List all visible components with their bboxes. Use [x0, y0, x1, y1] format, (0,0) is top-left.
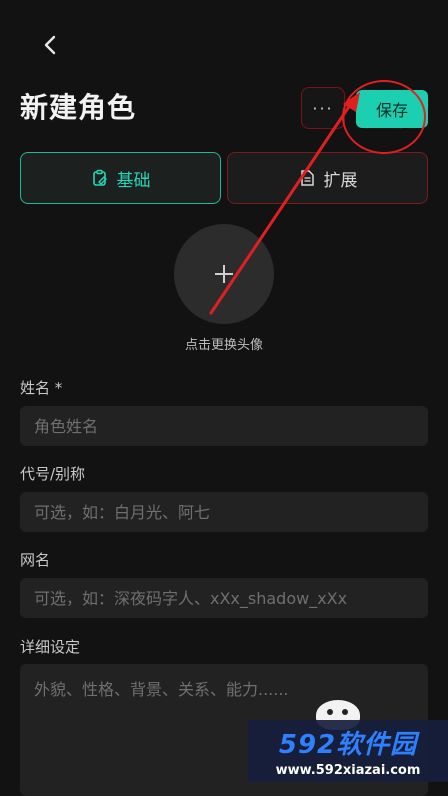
name-input[interactable] — [20, 406, 428, 446]
page-title: 新建角色 — [20, 91, 137, 124]
alias-label: 代号/别称 — [20, 465, 86, 483]
clipboard-edit-icon — [91, 169, 109, 187]
chevron-left-icon — [44, 35, 56, 55]
plus-icon — [215, 265, 233, 283]
avatar-upload-button[interactable] — [174, 224, 274, 324]
tab-extended-label: 扩展 — [323, 170, 358, 191]
alias-input[interactable] — [20, 492, 428, 532]
annotation-circle — [342, 80, 426, 154]
avatar-caption: 点击更换头像 — [184, 338, 263, 353]
watermark-brand: 592软件园 — [278, 730, 418, 760]
name-label: 姓名 * — [20, 379, 63, 397]
document-icon — [298, 169, 316, 187]
tab-basic[interactable]: 基础 — [20, 152, 221, 204]
netname-label: 网名 — [20, 551, 51, 569]
tab-basic-label: 基础 — [116, 170, 151, 191]
watermark-url: www.592xiazai.com — [275, 763, 421, 778]
tab-extended[interactable]: 扩展 — [227, 152, 428, 204]
netname-input[interactable] — [20, 578, 428, 618]
watermark: 592软件园 www.592xiazai.com — [248, 720, 448, 782]
details-label: 详细设定 — [20, 638, 81, 656]
more-options-button[interactable]: ··· — [301, 87, 345, 129]
back-button[interactable] — [36, 30, 64, 60]
